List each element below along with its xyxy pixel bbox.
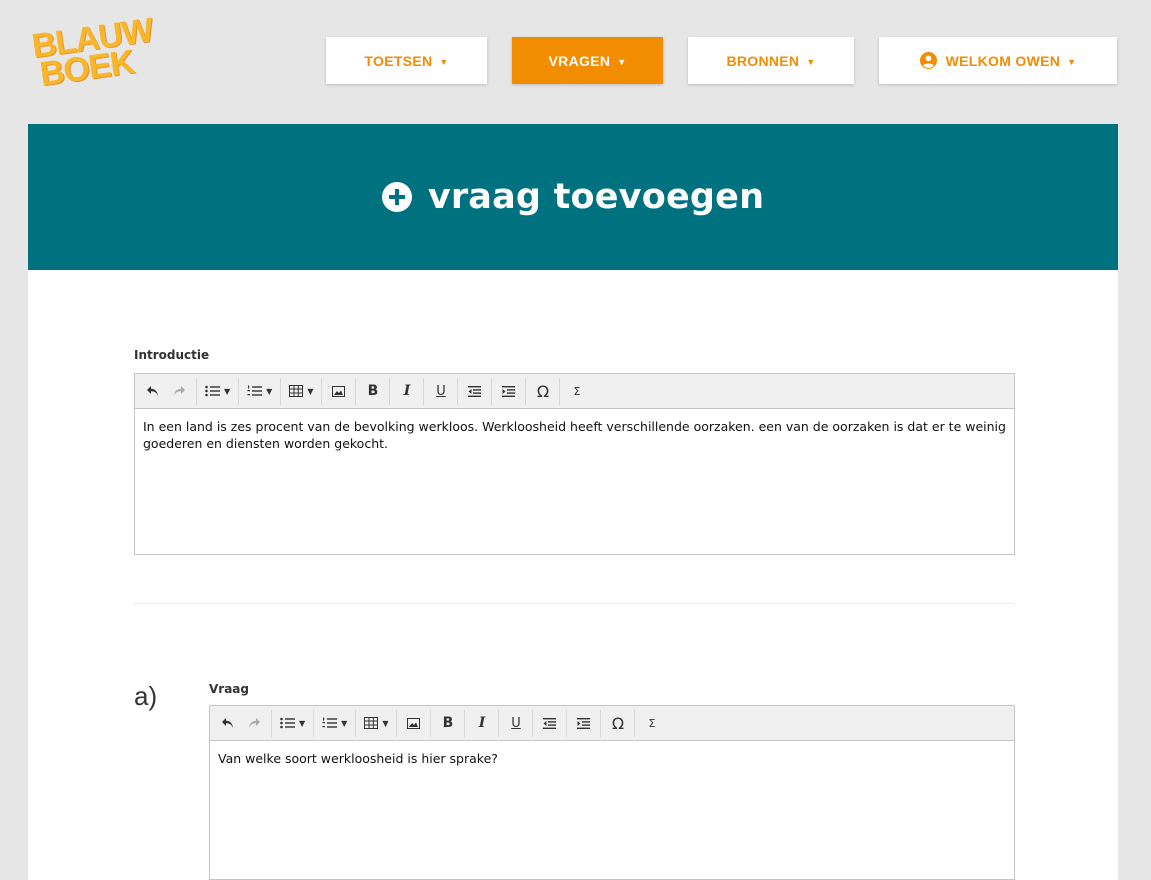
question-editor-content[interactable]: Van welke soort werkloosheid is hier spr… xyxy=(210,741,1014,776)
caret-down-icon: ▼ xyxy=(806,56,816,67)
toolbar-separator xyxy=(430,709,432,737)
toolbar-separator xyxy=(600,709,602,737)
image-button[interactable] xyxy=(325,378,352,405)
redo-icon xyxy=(249,718,260,728)
toolbar-separator xyxy=(566,709,568,737)
outdent-icon xyxy=(468,385,482,397)
intro-editor-content[interactable]: In een land is zes procent van de bevolk… xyxy=(135,409,1014,461)
toolbar-separator xyxy=(389,377,391,405)
numbered-list-icon xyxy=(247,385,263,396)
toolbar-separator xyxy=(280,377,282,405)
logo-line-2: BOEK xyxy=(37,42,137,94)
intro-editor[interactable]: ▼ ▼ ▼ B I U Ω Σ In een land is zes proce… xyxy=(134,373,1015,555)
bullet-list-icon xyxy=(205,385,220,397)
toolbar-separator xyxy=(321,377,323,405)
caret-down-icon: ▼ xyxy=(1067,56,1077,67)
image-icon xyxy=(407,717,421,729)
table-icon xyxy=(289,385,304,397)
toolbar-separator xyxy=(355,377,357,405)
caret-down-icon: ▼ xyxy=(439,56,449,67)
undo-button[interactable] xyxy=(139,378,166,405)
question-label: Vraag xyxy=(209,682,249,696)
toolbar-separator xyxy=(238,377,240,405)
toolbar-separator xyxy=(532,709,534,737)
italic-button[interactable]: I xyxy=(393,378,420,405)
section-divider xyxy=(134,603,1014,604)
toolbar-separator xyxy=(423,377,425,405)
nav-vragen-button[interactable]: VRAGEN ▼ xyxy=(512,37,663,84)
underline-button[interactable]: U xyxy=(502,710,529,737)
blauwboek-logo[interactable]: BLAUW BOEK xyxy=(29,11,160,104)
undo-button[interactable] xyxy=(214,710,241,737)
nav-vragen-label: VRAGEN xyxy=(548,52,611,69)
indent-icon xyxy=(502,385,516,397)
indent-button[interactable] xyxy=(495,378,522,405)
nav-user-menu-button[interactable]: WELKOM OWEN ▼ xyxy=(879,37,1117,84)
toolbar-separator xyxy=(196,377,197,405)
intro-label: Introductie xyxy=(134,348,210,362)
question-editor-toolbar: ▼ ▼ ▼ B I U Ω Σ xyxy=(210,706,1014,741)
toolbar-separator xyxy=(559,377,561,405)
toolbar-separator xyxy=(313,709,315,737)
numbered-list-button[interactable]: ▼ xyxy=(317,710,352,737)
bullet-list-icon xyxy=(280,717,295,729)
italic-button[interactable]: I xyxy=(468,710,495,737)
numbered-list-button[interactable]: ▼ xyxy=(242,378,277,405)
math-formula-button[interactable]: Σ xyxy=(638,710,665,737)
toolbar-separator xyxy=(525,377,527,405)
bullet-list-button[interactable]: ▼ xyxy=(275,710,310,737)
table-icon xyxy=(364,717,379,729)
toolbar-separator xyxy=(396,709,398,737)
undo-icon xyxy=(222,718,233,728)
redo-button[interactable] xyxy=(241,710,268,737)
indent-button[interactable] xyxy=(570,710,597,737)
table-button[interactable]: ▼ xyxy=(359,710,393,737)
undo-icon xyxy=(147,386,158,396)
underline-button[interactable]: U xyxy=(427,378,454,405)
caret-down-icon: ▼ xyxy=(266,386,273,396)
question-letter: a) xyxy=(134,681,158,711)
math-formula-button[interactable]: Σ xyxy=(563,378,590,405)
image-icon xyxy=(332,385,346,397)
bold-button[interactable]: B xyxy=(359,378,386,405)
redo-button[interactable] xyxy=(166,378,193,405)
toolbar-separator xyxy=(271,709,272,737)
caret-down-icon: ▼ xyxy=(382,718,389,728)
toolbar-separator xyxy=(457,377,459,405)
caret-down-icon: ▼ xyxy=(307,386,314,396)
table-button[interactable]: ▼ xyxy=(284,378,318,405)
main-panel: vraag toevoegen Introductie ▼ ▼ ▼ B I U … xyxy=(28,124,1118,880)
plus-circle-icon xyxy=(381,182,412,212)
image-button[interactable] xyxy=(400,710,427,737)
nav-toetsen-label: TOETSEN xyxy=(364,52,433,69)
special-character-button[interactable]: Ω xyxy=(529,378,556,405)
caret-down-icon: ▼ xyxy=(299,718,306,728)
redo-icon xyxy=(174,386,185,396)
toolbar-separator xyxy=(464,709,466,737)
question-editor[interactable]: ▼ ▼ ▼ B I U Ω Σ Van welke soort werkloos… xyxy=(209,705,1015,880)
toolbar-separator xyxy=(634,709,636,737)
nav-bronnen-label: BRONNEN xyxy=(726,52,800,69)
intro-editor-toolbar: ▼ ▼ ▼ B I U Ω Σ xyxy=(135,374,1014,409)
outdent-button[interactable] xyxy=(461,378,488,405)
toolbar-separator xyxy=(491,377,493,405)
bold-button[interactable]: B xyxy=(434,710,461,737)
outdent-button[interactable] xyxy=(536,710,563,737)
special-character-button[interactable]: Ω xyxy=(604,710,631,737)
bullet-list-button[interactable]: ▼ xyxy=(200,378,235,405)
caret-down-icon: ▼ xyxy=(341,718,348,728)
nav-toetsen-button[interactable]: TOETSEN ▼ xyxy=(326,37,487,84)
nav-bronnen-button[interactable]: BRONNEN ▼ xyxy=(688,37,854,84)
toolbar-separator xyxy=(355,709,357,737)
page-title: vraag toevoegen xyxy=(427,177,765,217)
numbered-list-icon xyxy=(322,717,338,728)
user-circle-icon xyxy=(919,52,937,69)
indent-icon xyxy=(577,717,591,729)
toolbar-separator xyxy=(498,709,500,737)
nav-user-label: WELKOM OWEN xyxy=(945,52,1061,69)
caret-down-icon: ▼ xyxy=(617,56,627,67)
outdent-icon xyxy=(543,717,557,729)
page-header: vraag toevoegen xyxy=(28,124,1118,270)
caret-down-icon: ▼ xyxy=(224,386,231,396)
